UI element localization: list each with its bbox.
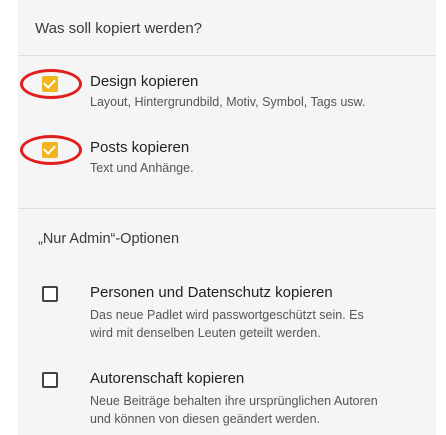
design-option-label: Design kopieren	[90, 73, 199, 90]
highlight-circle	[20, 69, 82, 99]
option-design[interactable]: Design kopieren Layout, Hintergrundbild,…	[18, 55, 436, 125]
admin-options-header: „Nur Admin“-Optionen	[18, 208, 436, 271]
authorship-label: Autorenschaft kopieren	[90, 370, 245, 387]
admin-options-title: „Nur Admin“-Optionen	[38, 231, 180, 247]
design-option-description: Layout, Hintergrundbild, Motiv, Symbol, …	[90, 95, 366, 109]
option-posts[interactable]: Posts kopieren Text und Anhänge.	[18, 125, 436, 190]
people-privacy-checkbox[interactable]	[42, 286, 58, 302]
people-privacy-description-line2: wird mit denselben Leuten geteilt werden…	[90, 326, 321, 340]
posts-option-description: Text und Anhänge.	[90, 161, 194, 175]
authorship-description-line1: Neue Beiträge behalten ihre ursprünglich…	[90, 394, 378, 408]
people-privacy-label: Personen und Datenschutz kopieren	[90, 284, 333, 301]
highlight-circle	[20, 135, 82, 165]
section-header: Was soll kopiert werden?	[18, 0, 436, 56]
authorship-description-line2: und können von diesen geändert werden.	[90, 412, 321, 426]
posts-option-label: Posts kopieren	[90, 139, 190, 156]
section-title: Was soll kopiert werden?	[35, 20, 203, 37]
copy-options-panel: Was soll kopiert werden? Design kopieren…	[18, 0, 436, 435]
people-privacy-description-line1: Das neue Padlet wird passwortgeschützt s…	[90, 308, 364, 322]
authorship-checkbox[interactable]	[42, 372, 58, 388]
